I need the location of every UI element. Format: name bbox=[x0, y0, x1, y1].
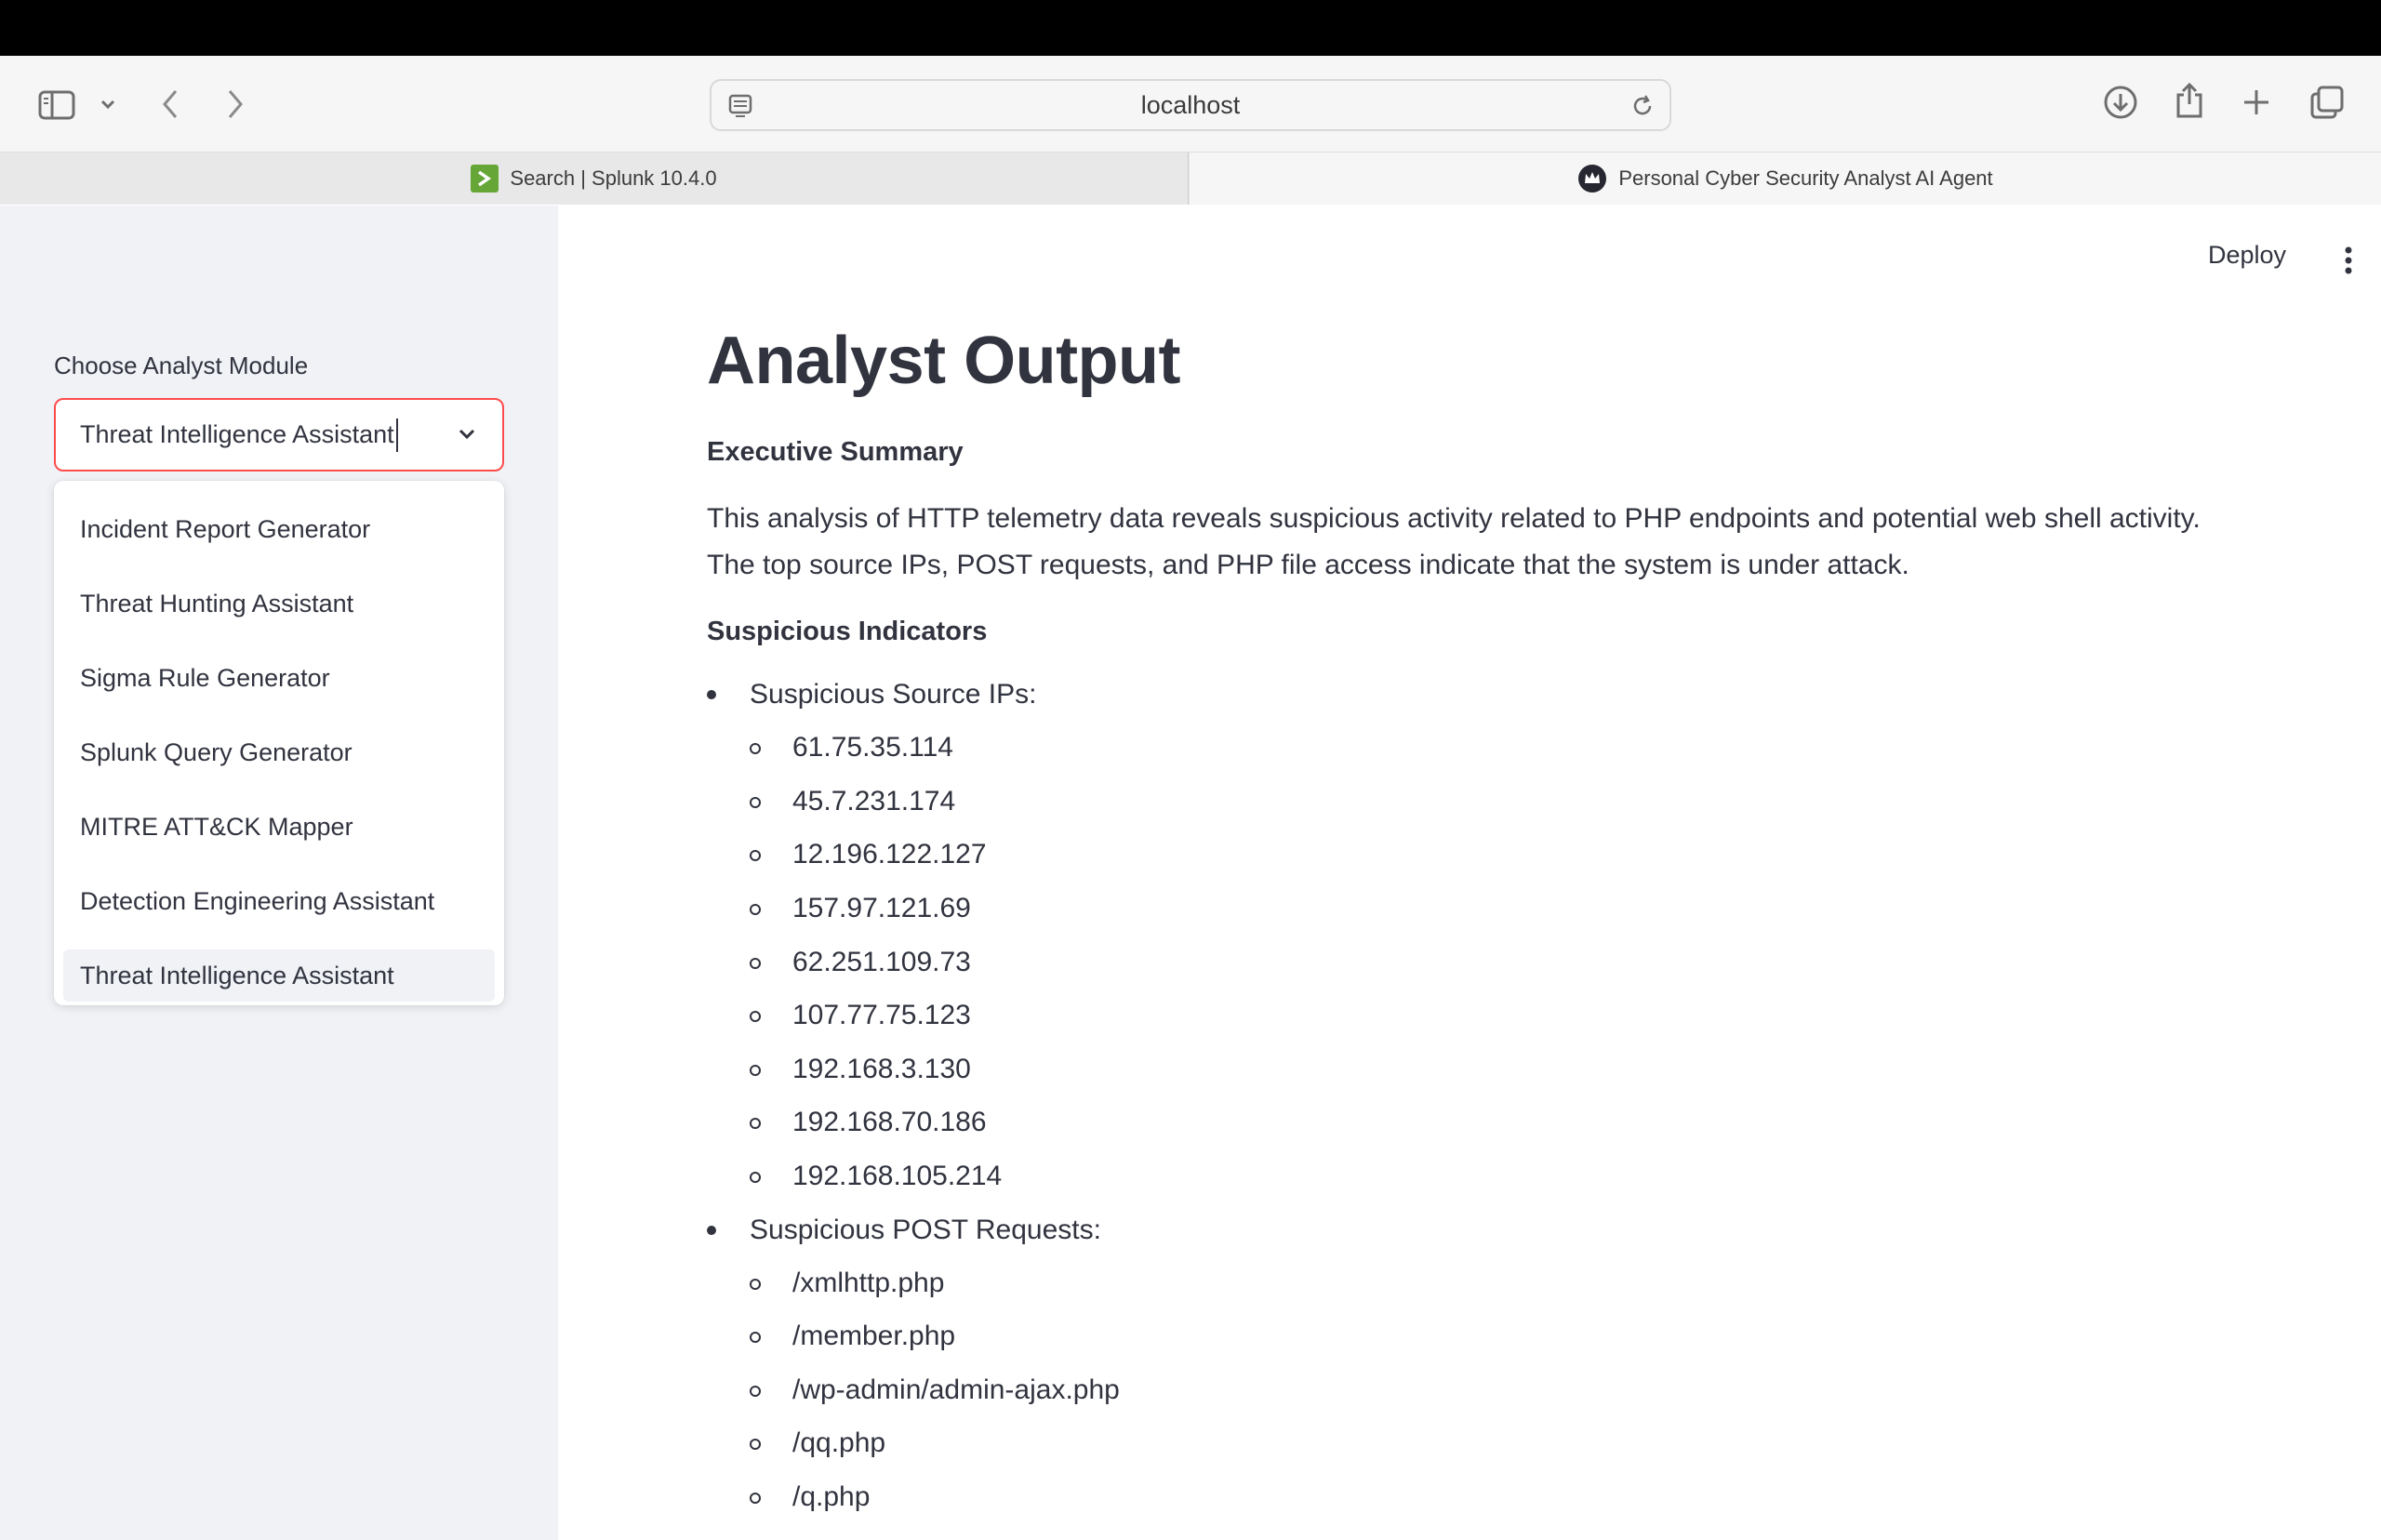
list-item: 192.168.105.214 bbox=[750, 1149, 2288, 1203]
bullet bbox=[750, 1064, 761, 1076]
executive-summary: This analysis of HTTP telemetry data rev… bbox=[707, 496, 2288, 589]
module-option[interactable]: Detection Engineering Assistant bbox=[54, 864, 504, 938]
list-item: /member.php bbox=[750, 1309, 2288, 1363]
list-item: /wp-admin/admin-ajax.php bbox=[750, 1363, 2288, 1417]
bullet bbox=[750, 957, 761, 969]
bullet bbox=[750, 743, 761, 755]
bullet bbox=[707, 1225, 716, 1235]
source-ip: 192.168.3.130 bbox=[792, 1053, 971, 1084]
module-option-selected[interactable]: Threat Intelligence Assistant bbox=[63, 949, 495, 1002]
source-ip: 62.251.109.73 bbox=[792, 946, 971, 977]
page-title: Analyst Output bbox=[707, 324, 1181, 398]
tab-label: Search | Splunk 10.4.0 bbox=[510, 166, 717, 190]
back-icon[interactable] bbox=[156, 84, 184, 125]
share-icon[interactable] bbox=[2169, 78, 2210, 123]
list-item: Suspicious Source IPs: 61.75.35.114 45.7… bbox=[707, 668, 2288, 1202]
bullet bbox=[707, 690, 716, 700]
module-select-label: Choose Analyst Module bbox=[54, 352, 309, 379]
plus-icon[interactable] bbox=[2238, 84, 2275, 121]
address-bar[interactable]: localhost bbox=[710, 79, 1671, 131]
tab-cyber-analyst[interactable]: Personal Cyber Security Analyst AI Agent bbox=[1190, 153, 2381, 205]
sidebar: Choose Analyst Module Threat Intelligenc… bbox=[0, 206, 558, 1540]
bullet bbox=[750, 1492, 761, 1504]
tabs-overview-icon[interactable] bbox=[2307, 82, 2348, 123]
source-ip: 45.7.231.174 bbox=[792, 785, 956, 816]
bullet bbox=[750, 1118, 761, 1130]
post-request: /qq.php bbox=[792, 1427, 886, 1459]
reload-icon[interactable] bbox=[1629, 92, 1656, 120]
source-ip: 107.77.75.123 bbox=[792, 1000, 971, 1031]
module-option[interactable]: Incident Report Generator bbox=[54, 492, 504, 566]
list-item: /qq.php bbox=[750, 1416, 2288, 1470]
list-item: /q.php bbox=[750, 1470, 2288, 1524]
sidebar-icon[interactable] bbox=[35, 84, 78, 126]
source-ips-label: Suspicious Source IPs: bbox=[750, 679, 1037, 710]
post-request: /wp-admin/admin-ajax.php bbox=[792, 1374, 1120, 1405]
module-select-value[interactable]: Threat Intelligence Assistant bbox=[80, 400, 398, 470]
bullet bbox=[750, 1332, 761, 1344]
url-text: localhost bbox=[1140, 90, 1241, 119]
bullet bbox=[750, 1385, 761, 1397]
list-item: 62.251.109.73 bbox=[750, 936, 2288, 989]
list-item: 12.196.122.127 bbox=[750, 828, 2288, 882]
executive-summary-heading: Executive Summary bbox=[707, 437, 964, 468]
more-options-icon[interactable] bbox=[2344, 246, 2353, 279]
system-top-bar bbox=[0, 0, 2381, 56]
bullet bbox=[750, 1439, 761, 1451]
list-item: Suspicious POST Requests: /xmlhttp.php /… bbox=[707, 1203, 2288, 1524]
text-caret bbox=[395, 418, 398, 452]
list-item: 157.97.121.69 bbox=[750, 882, 2288, 936]
bullet bbox=[750, 1171, 761, 1183]
module-option[interactable]: Splunk Query Generator bbox=[54, 715, 504, 790]
tab-strip: Search | Splunk 10.4.0 Personal Cyber Se… bbox=[0, 153, 2381, 205]
post-request: /xmlhttp.php bbox=[792, 1267, 945, 1298]
post-requests-label: Suspicious POST Requests: bbox=[750, 1214, 1101, 1245]
source-ip: 12.196.122.127 bbox=[792, 839, 987, 870]
indicator-list: Suspicious Source IPs: 61.75.35.114 45.7… bbox=[707, 668, 2288, 1523]
list-item: /xmlhttp.php bbox=[750, 1256, 2288, 1310]
executive-summary-line: The top source IPs, POST requests, and P… bbox=[707, 550, 1909, 581]
analyst-output: Analyst Output Executive Summary This an… bbox=[707, 324, 2288, 1524]
main-content: Deploy Analyst Output Executive Summary … bbox=[558, 206, 2381, 1540]
post-request: /q.php bbox=[792, 1480, 871, 1512]
bullet bbox=[750, 796, 761, 808]
bullet bbox=[750, 850, 761, 862]
post-request-list: /xmlhttp.php /member.php /wp-admin/admin… bbox=[750, 1256, 2288, 1524]
list-item: 45.7.231.174 bbox=[750, 775, 2288, 829]
source-ip: 61.75.35.114 bbox=[792, 732, 953, 763]
source-ip: 192.168.70.186 bbox=[792, 1107, 987, 1138]
splunk-favicon-icon bbox=[471, 165, 499, 192]
source-ip: 157.97.121.69 bbox=[792, 892, 971, 923]
tab-splunk-search[interactable]: Search | Splunk 10.4.0 bbox=[0, 153, 1189, 205]
chevron-down-icon[interactable] bbox=[97, 93, 119, 115]
module-option[interactable]: Threat Hunting Assistant bbox=[54, 566, 504, 641]
post-request: /member.php bbox=[792, 1321, 956, 1352]
bullet bbox=[750, 1278, 761, 1290]
suspicious-indicators-heading: Suspicious Indicators bbox=[707, 617, 988, 647]
module-dropdown-menu: Incident Report Generator Threat Hunting… bbox=[54, 481, 504, 1005]
chevron-down-icon[interactable] bbox=[456, 422, 478, 449]
source-ip-list: 61.75.35.114 45.7.231.174 12.196.122.127… bbox=[750, 721, 2288, 1202]
list-item: 192.168.3.130 bbox=[750, 1042, 2288, 1096]
module-option[interactable]: Sigma Rule Generator bbox=[54, 641, 504, 715]
module-select[interactable]: Threat Intelligence Assistant bbox=[54, 398, 504, 471]
deploy-button[interactable]: Deploy bbox=[2208, 241, 2286, 270]
download-icon[interactable] bbox=[2100, 82, 2141, 123]
bullet bbox=[750, 1011, 761, 1023]
executive-summary-line: This analysis of HTTP telemetry data rev… bbox=[707, 503, 2201, 535]
list-item: 107.77.75.123 bbox=[750, 989, 2288, 1042]
list-item: 192.168.70.186 bbox=[750, 1095, 2288, 1149]
streamlit-crown-icon bbox=[1577, 164, 1607, 193]
forward-icon[interactable] bbox=[221, 84, 249, 125]
browser-toolbar: localhost bbox=[0, 56, 2381, 153]
bullet bbox=[750, 903, 761, 915]
source-ip: 192.168.105.214 bbox=[792, 1160, 1003, 1191]
selected-module-text: Threat Intelligence Assistant bbox=[80, 420, 394, 448]
module-option[interactable]: MITRE ATT&CK Mapper bbox=[54, 790, 504, 864]
list-item: 61.75.35.114 bbox=[750, 721, 2288, 775]
tab-label: Personal Cyber Security Analyst AI Agent bbox=[1618, 166, 1993, 190]
